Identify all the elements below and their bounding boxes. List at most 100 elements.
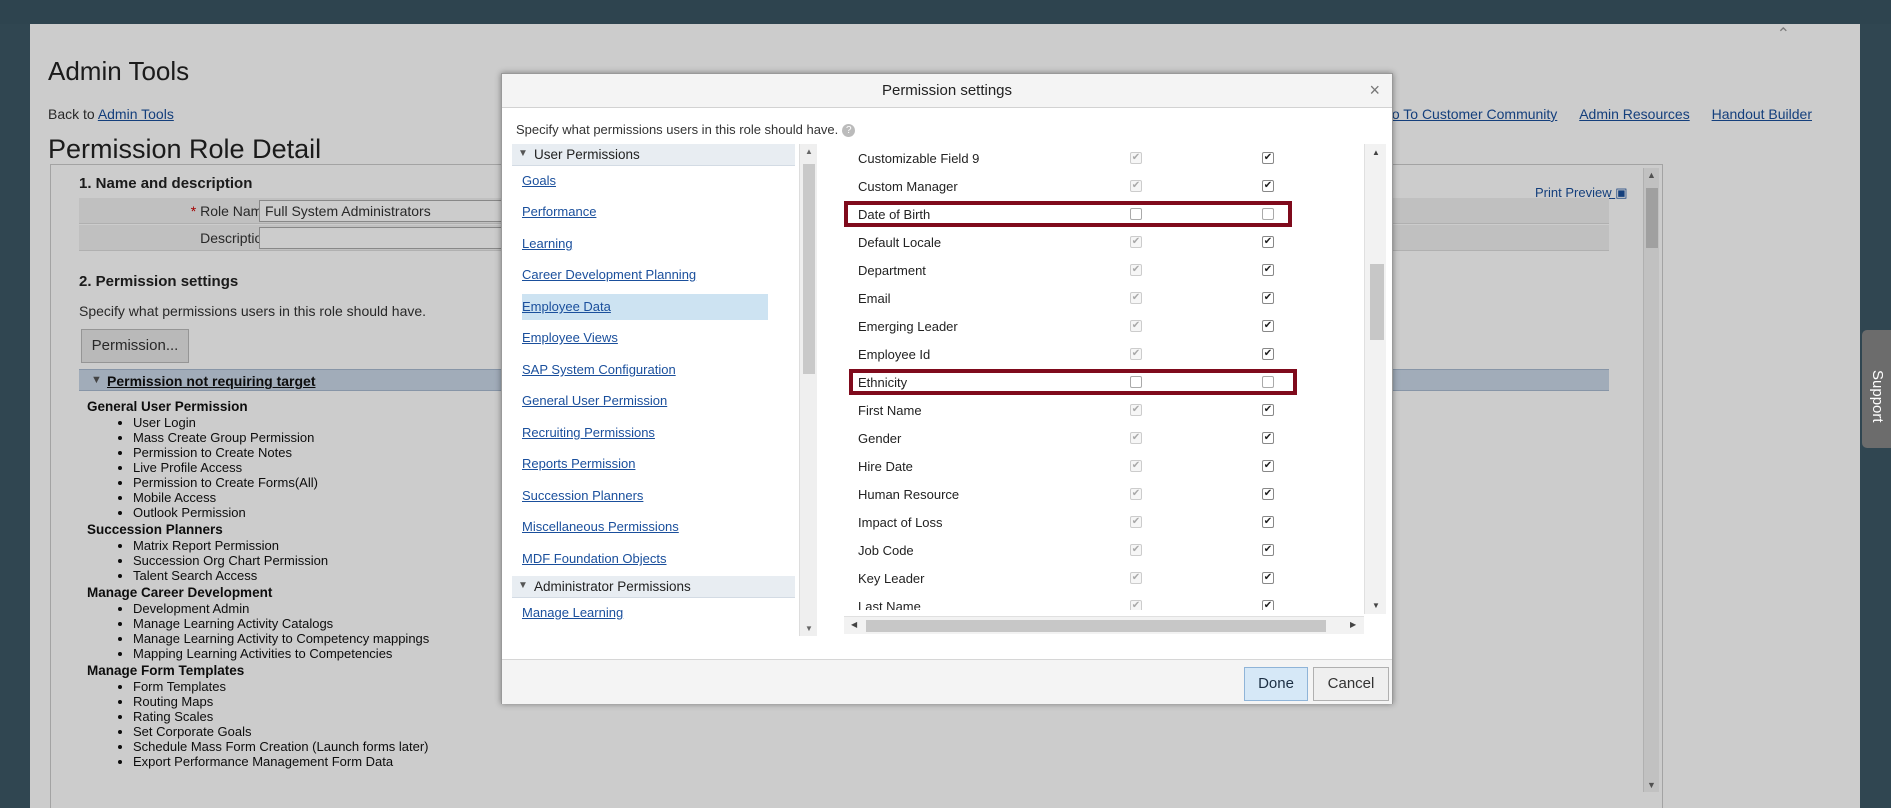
table-row: Job Code ✔ ✔ xyxy=(844,536,1354,564)
tree-scrollbar[interactable]: ▲ ▼ xyxy=(799,144,817,636)
tree-item-goals[interactable]: Goals xyxy=(522,168,768,194)
tree-scroll-thumb[interactable] xyxy=(803,164,815,374)
dialog-specify-text: Specify what permissions users in this r… xyxy=(516,122,856,138)
grid-vscroll-thumb[interactable] xyxy=(1370,264,1384,340)
edit-checkbox[interactable]: ✔ xyxy=(1262,180,1274,192)
tree-item-career-development-planning[interactable]: Career Development Planning xyxy=(522,262,768,288)
table-row: Last Name ✔ ✔ xyxy=(844,592,1354,610)
tree-item-employee-views[interactable]: Employee Views xyxy=(522,325,768,351)
view-checkbox[interactable]: ✔ xyxy=(1130,152,1142,164)
view-checkbox[interactable]: ✔ xyxy=(1130,572,1142,584)
view-checkbox[interactable]: ✔ xyxy=(1130,180,1142,192)
edit-checkbox[interactable]: ✔ xyxy=(1262,460,1274,472)
table-row: Human Resource ✔ ✔ xyxy=(844,480,1354,508)
highlight-box xyxy=(849,369,1297,395)
view-checkbox[interactable]: ✔ xyxy=(1130,600,1142,610)
edit-checkbox[interactable]: ✔ xyxy=(1262,572,1274,584)
tree-item-general-user-permission[interactable]: General User Permission xyxy=(522,388,768,414)
edit-checkbox[interactable]: ✔ xyxy=(1262,516,1274,528)
view-checkbox[interactable]: ✔ xyxy=(1130,488,1142,500)
field-name: First Name xyxy=(858,403,922,418)
support-tab[interactable]: Support xyxy=(1862,330,1891,448)
table-row: Key Leader ✔ ✔ xyxy=(844,564,1354,592)
tree-item-mdf-foundation-objects[interactable]: MDF Foundation Objects xyxy=(522,546,768,572)
table-row: First Name ✔ ✔ xyxy=(844,396,1354,424)
edit-checkbox[interactable] xyxy=(1262,208,1274,220)
scroll-up-icon[interactable]: ▲ xyxy=(1372,148,1380,157)
field-name: Ethnicity xyxy=(858,375,908,390)
view-checkbox[interactable]: ✔ xyxy=(1130,404,1142,416)
administrator-permissions-header[interactable]: ▼ Administrator Permissions xyxy=(512,576,795,598)
tree-item-succession-planners[interactable]: Succession Planners xyxy=(522,483,768,509)
table-row: Gender ✔ ✔ xyxy=(844,424,1354,452)
edit-checkbox[interactable]: ✔ xyxy=(1262,432,1274,444)
scroll-left-icon[interactable]: ◀ xyxy=(851,620,857,629)
dialog-header: Permission settings × xyxy=(502,74,1392,108)
dialog-footer: Done Cancel xyxy=(502,659,1392,704)
view-checkbox[interactable]: ✔ xyxy=(1130,348,1142,360)
tree-item-miscellaneous-permissions[interactable]: Miscellaneous Permissions xyxy=(522,514,768,540)
view-checkbox[interactable]: ✔ xyxy=(1130,432,1142,444)
view-checkbox[interactable]: ✔ xyxy=(1130,516,1142,528)
grid-horizontal-scrollbar[interactable]: ◀ ▶ xyxy=(844,616,1364,634)
table-row: Emerging Leader ✔ ✔ xyxy=(844,312,1354,340)
tree-item-recruiting-permissions[interactable]: Recruiting Permissions xyxy=(522,420,768,446)
user-permissions-header[interactable]: ▼ User Permissions xyxy=(512,144,795,166)
scroll-down-icon[interactable]: ▼ xyxy=(805,624,813,633)
edit-checkbox[interactable]: ✔ xyxy=(1262,544,1274,556)
table-row: Customizable Field 9 ✔ ✔ xyxy=(844,144,1354,172)
grid-vertical-scrollbar[interactable]: ▲ ▼ xyxy=(1364,144,1386,614)
dialog-title: Permission settings xyxy=(881,82,1013,99)
field-name: Job Code xyxy=(858,543,914,558)
table-row: Date of Birth xyxy=(844,200,1354,228)
edit-checkbox[interactable]: ✔ xyxy=(1262,488,1274,500)
view-checkbox[interactable] xyxy=(1130,208,1142,220)
edit-checkbox[interactable] xyxy=(1262,376,1274,388)
scroll-down-icon[interactable]: ▼ xyxy=(1372,601,1380,610)
collapse-triangle-icon: ▼ xyxy=(518,580,528,591)
tree-item-reports-permission[interactable]: Reports Permission xyxy=(522,451,768,477)
edit-checkbox[interactable]: ✔ xyxy=(1262,320,1274,332)
support-label: Support xyxy=(1869,370,1886,423)
table-row: Ethnicity xyxy=(844,368,1354,396)
field-name: Hire Date xyxy=(858,459,913,474)
table-row: Impact of Loss ✔ ✔ xyxy=(844,508,1354,536)
field-name: Impact of Loss xyxy=(858,515,943,530)
edit-checkbox[interactable]: ✔ xyxy=(1262,348,1274,360)
edit-checkbox[interactable]: ✔ xyxy=(1262,264,1274,276)
scroll-right-icon[interactable]: ▶ xyxy=(1350,620,1356,629)
edit-checkbox[interactable]: ✔ xyxy=(1262,152,1274,164)
done-button[interactable]: Done xyxy=(1244,667,1308,701)
tree-item-learning[interactable]: Learning xyxy=(522,231,768,257)
scroll-up-icon[interactable]: ▲ xyxy=(805,147,813,156)
view-checkbox[interactable]: ✔ xyxy=(1130,292,1142,304)
tree-item-employee-data[interactable]: Employee Data xyxy=(522,294,768,320)
tree-item-manage-learning[interactable]: Manage Learning xyxy=(522,600,768,626)
field-name: Gender xyxy=(858,431,902,446)
field-name: Default Locale xyxy=(858,235,942,250)
table-row: Email ✔ ✔ xyxy=(844,284,1354,312)
edit-checkbox[interactable]: ✔ xyxy=(1262,292,1274,304)
tree-item-sap-system-configuration[interactable]: SAP System Configuration xyxy=(522,357,768,383)
grid-hscroll-thumb[interactable] xyxy=(866,620,1326,632)
edit-checkbox[interactable]: ✔ xyxy=(1262,236,1274,248)
edit-checkbox[interactable]: ✔ xyxy=(1262,600,1274,610)
edit-checkbox[interactable]: ✔ xyxy=(1262,404,1274,416)
field-rows: Customizable Field 9 ✔ ✔ Custom Manager ✔ ✔ Da… xyxy=(844,144,1362,610)
view-checkbox[interactable]: ✔ xyxy=(1130,264,1142,276)
help-icon[interactable]: ? xyxy=(842,124,856,138)
view-checkbox[interactable]: ✔ xyxy=(1130,236,1142,248)
table-row: Employee Id ✔ ✔ xyxy=(844,340,1354,368)
field-name: Email xyxy=(858,291,891,306)
field-name: Department xyxy=(858,263,926,278)
view-checkbox[interactable]: ✔ xyxy=(1130,320,1142,332)
view-checkbox[interactable] xyxy=(1130,376,1142,388)
cancel-button[interactable]: Cancel xyxy=(1313,667,1389,701)
table-row: Custom Manager ✔ ✔ xyxy=(844,172,1354,200)
permission-settings-dialog: Permission settings × Specify what permi… xyxy=(501,73,1393,704)
view-checkbox[interactable]: ✔ xyxy=(1130,544,1142,556)
close-icon[interactable]: × xyxy=(1369,74,1380,106)
tree-item-performance[interactable]: Performance xyxy=(522,199,768,225)
view-checkbox[interactable]: ✔ xyxy=(1130,460,1142,472)
field-name: Human Resource xyxy=(858,487,960,502)
